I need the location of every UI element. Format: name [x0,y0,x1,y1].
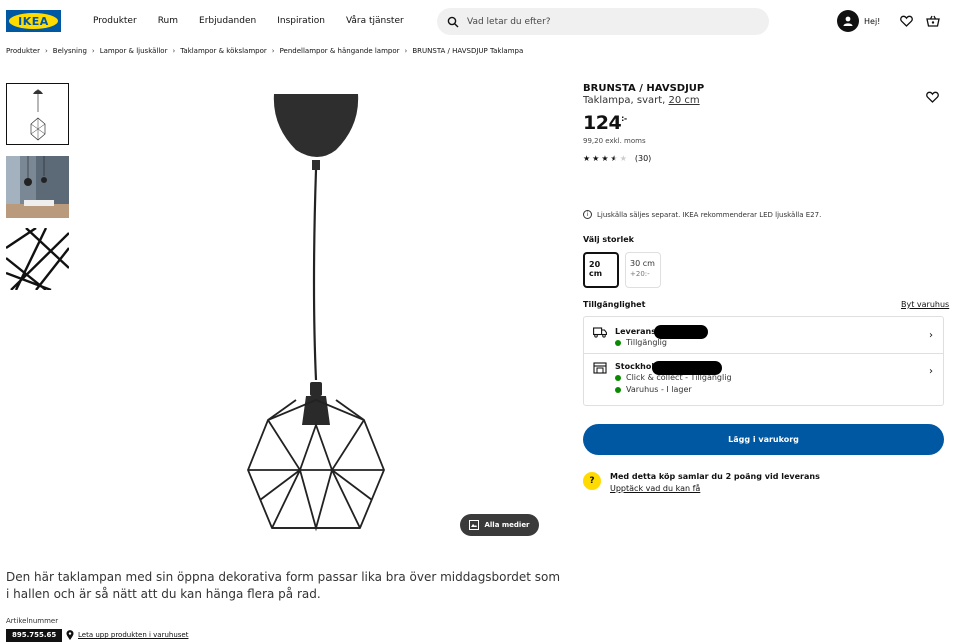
user-avatar[interactable] [837,10,859,32]
size-extra-price: +20:- [630,270,650,278]
family-points-text: Med detta köp samlar du 2 poäng vid leve… [610,472,820,481]
find-in-store-link[interactable]: Leta upp produkten i varuhuset [66,630,188,640]
nav-item-erbjudanden[interactable]: Erbjudanden [199,16,256,26]
price-suffix: :- [621,114,627,123]
notice-text: Ljuskälla säljes separat. IKEA rekommend… [597,210,822,219]
star-full-icon: ★ [592,153,600,163]
star-empty-icon: ★ [619,153,627,163]
find-in-store-label: Leta upp produkten i varuhuset [78,631,189,639]
article-number-label: Artikelnummer [6,617,59,625]
available-dot [615,386,621,393]
star-half-icon: ★ [610,153,618,163]
size-label: 30 cm [630,259,655,268]
location-pin-icon [66,630,74,640]
store-status-stock-text: Varuhus - I lager [626,385,692,394]
product-type: Taklampa, svart, [583,95,669,106]
size-option-20cm[interactable]: 20 cm [583,252,619,288]
add-to-favourites-icon[interactable] [926,88,940,103]
thumbnail-room[interactable] [6,156,69,218]
logo-oval: IKEA [9,13,58,29]
all-media-button[interactable]: Alla medier [460,514,539,536]
product-main-image[interactable] [240,90,400,540]
product-description: Den här taklampan med sin öppna dekorati… [6,570,561,601]
change-store-link[interactable]: Byt varuhus [901,300,949,309]
logo-text: IKEA [18,14,49,28]
redacted-postcode [654,325,708,339]
size-label: 20 cm [589,260,603,278]
favourites-icon[interactable] [899,14,913,28]
store-status-stock: Varuhus - I lager [615,385,692,394]
available-dot [615,374,621,381]
cart-icon[interactable] [926,14,940,28]
ikea-logo[interactable]: IKEA [6,10,61,32]
availability-heading: Tillgänglighet [583,300,646,309]
product-subtitle: Taklampa, svart, 20 cm [583,95,700,106]
add-to-cart-button[interactable]: Lägg i varukorg [583,424,944,455]
delivery-status-text: Tillgänglig [626,338,667,347]
search-icon [447,16,459,28]
nav-item-inspiration[interactable]: Inspiration [277,16,325,26]
chevron-right-icon: › [929,330,933,341]
review-count[interactable]: (30) [635,154,651,163]
chevron-right-icon: › [91,47,95,55]
breadcrumb-item[interactable]: Lampor & ljuskällor [100,47,168,55]
search-input[interactable]: Vad letar du efter? [437,8,769,35]
breadcrumb-item[interactable]: Taklampor & kökslampor [180,47,266,55]
nav-item-produkter[interactable]: Produkter [93,16,137,26]
available-dot [615,339,621,346]
rating-stars[interactable]: ★ ★ ★ ★ ★ (30) [583,154,651,163]
breadcrumb-item[interactable]: Belysning [53,47,87,55]
info-icon: i [583,210,592,219]
delivery-status: Tillgänglig [615,338,667,347]
star-full-icon: ★ [601,153,609,163]
thumbnail-detail[interactable] [6,228,69,290]
gallery-icon [469,520,480,530]
chevron-right-icon: › [404,47,408,55]
price-value: 124 [583,112,622,134]
thumbnail-product[interactable] [6,83,69,145]
search-placeholder: Vad letar du efter? [467,16,551,27]
main-nav: Produkter Rum Erbjudanden Inspiration Vå… [93,16,425,26]
chevron-right-icon: › [172,47,176,55]
product-price: 124:- [583,112,627,134]
ikea-family-icon: ? [583,472,601,490]
chevron-right-icon: › [271,47,275,55]
store-row[interactable]: Stockholm Click & collect - Tillgänglig … [584,354,943,406]
store-icon [593,362,607,374]
size-option-30cm[interactable]: 30 cm +20:- [625,252,661,288]
greeting[interactable]: Hej! [864,17,880,26]
star-full-icon: ★ [583,153,591,163]
all-media-label: Alla medier [484,521,530,529]
chevron-right-icon: › [44,47,48,55]
breadcrumb-item[interactable]: Produkter [6,47,40,55]
product-size-link[interactable]: 20 cm [669,95,700,106]
breadcrumb-item[interactable]: Pendellampor & hängande lampor [280,47,400,55]
availability-panel: Leverans ti Tillgänglig › Stockholm Clic… [583,316,944,406]
redacted-store-name [652,361,722,375]
breadcrumb-item-current[interactable]: BRUNSTA / HAVSDJUP Taklampa [412,47,523,55]
product-name: BRUNSTA / HAVSDJUP [583,83,705,94]
lightsource-notice: i Ljuskälla säljes separat. IKEA rekomme… [583,210,821,219]
chevron-right-icon: › [929,366,933,377]
truck-icon [593,327,607,338]
nav-item-rum[interactable]: Rum [158,16,178,26]
size-heading: Välj storlek [583,235,634,244]
delivery-row[interactable]: Leverans ti Tillgänglig › [584,317,943,354]
price-exkl-moms: 99,20 exkl. moms [583,137,646,145]
article-number: 895.755.65 [6,629,63,642]
user-icon [843,16,853,26]
nav-item-tjanster[interactable]: Våra tjänster [346,16,404,26]
family-discover-link[interactable]: Upptäck vad du kan få [610,484,700,493]
breadcrumb: Produkter › Belysning › Lampor & ljuskällo… [6,47,523,55]
